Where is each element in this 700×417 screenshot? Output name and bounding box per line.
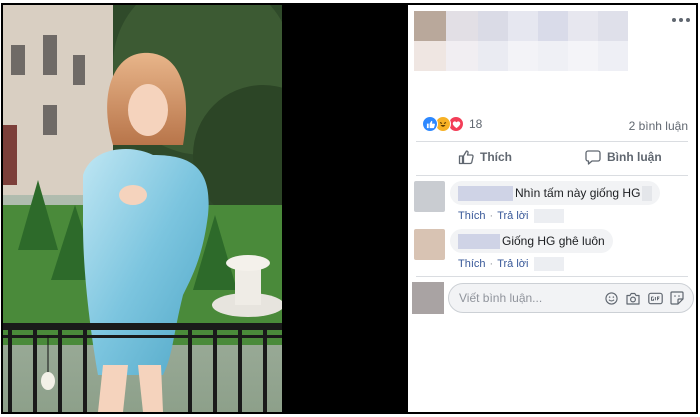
reaction-summary[interactable]: 18 <box>422 116 482 132</box>
comment-composer: Viết bình luận... <box>412 282 694 314</box>
comment-reply-link[interactable]: Trả lời <box>497 210 528 222</box>
divider-bottom <box>416 175 688 176</box>
comment-button[interactable]: Bình luận <box>585 149 662 165</box>
redacted-text-tail <box>642 185 653 201</box>
camera-icon[interactable] <box>625 290 641 306</box>
sticker-icon[interactable] <box>669 290 685 306</box>
blurred-author-info <box>414 11 628 41</box>
like-button-label: Thích <box>480 150 512 164</box>
comment-bubble: Nhìn tấm này giống HG <box>450 181 661 205</box>
redacted-commenter-name <box>458 185 513 201</box>
redacted-commenter-name <box>458 233 500 249</box>
comment-button-label: Bình luận <box>607 150 662 164</box>
comment-item: Giống HG ghê luôn Thích · Trả lời <box>414 229 613 271</box>
comment-text: Giống HG ghê luôn <box>502 234 605 248</box>
comment-text: Nhìn tấm này giống HG <box>515 186 641 200</box>
thumbs-up-icon <box>458 150 474 165</box>
comment-input-placeholder: Viết bình luận... <box>459 291 543 305</box>
commenter-avatar[interactable] <box>414 181 445 212</box>
divider-composer <box>416 276 688 277</box>
current-user-avatar <box>412 282 444 314</box>
redacted-timestamp <box>534 209 565 223</box>
like-button[interactable]: Thích <box>458 149 512 165</box>
redacted-timestamp <box>534 257 565 271</box>
comment-item: Nhìn tấm này giống HG Thích · Trả lời <box>414 181 661 223</box>
comment-bubble: Giống HG ghê luôn <box>450 229 613 253</box>
comment-reply-link[interactable]: Trả lời <box>497 258 528 270</box>
commenter-avatar[interactable] <box>414 229 445 260</box>
comment-bubble-icon <box>585 150 601 165</box>
comment-count-link[interactable]: 2 bình luận <box>629 119 688 133</box>
post-side-panel: 18 2 bình luận Thích Bình luận Nhìn tấm … <box>408 5 696 412</box>
gif-icon[interactable] <box>647 290 663 306</box>
emoji-icon[interactable] <box>603 290 619 306</box>
post-photo[interactable] <box>3 5 282 412</box>
like-reaction-icon <box>422 116 438 132</box>
composer-icons <box>603 290 685 306</box>
photo-illustration <box>3 5 282 412</box>
blurred-author-meta <box>414 41 628 71</box>
comment-input[interactable]: Viết bình luận... <box>448 283 694 313</box>
comment-like-link[interactable]: Thích <box>458 258 486 270</box>
comment-like-link[interactable]: Thích <box>458 210 486 222</box>
more-options-icon[interactable] <box>672 13 690 27</box>
comment-actions: Thích · Trả lời <box>458 209 660 223</box>
reaction-count: 18 <box>469 117 483 131</box>
photo-gutter <box>282 5 408 412</box>
comment-actions: Thích · Trả lời <box>458 257 613 271</box>
divider-top <box>416 141 688 142</box>
